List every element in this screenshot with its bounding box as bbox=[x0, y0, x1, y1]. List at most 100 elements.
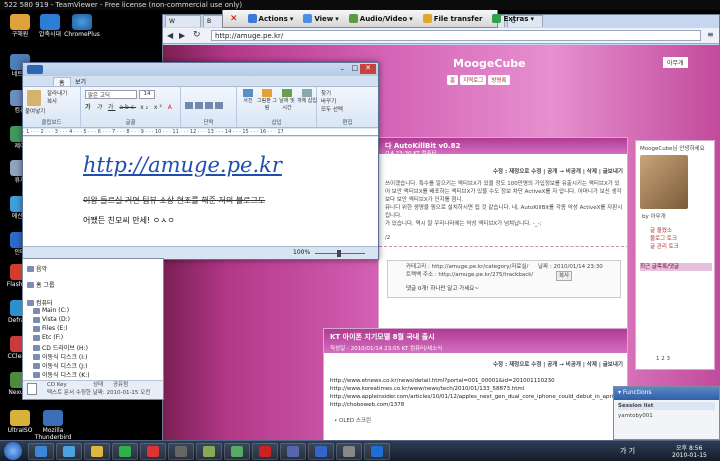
post-title[interactable]: KT 아이폰 지기모델 8월 국내 출시 작성일 - 2010/01/14 23… bbox=[324, 329, 627, 353]
taskbar-item-folder[interactable] bbox=[84, 443, 110, 460]
document-link[interactable]: http://amuge.pe.kr bbox=[83, 153, 282, 177]
post-link[interactable]: http://www.appleinsider.com/articles/10/… bbox=[330, 393, 625, 401]
font-name-select[interactable]: 맑은 고딕 bbox=[85, 90, 137, 99]
insert-object-button[interactable]: 개체 삽입 bbox=[297, 89, 317, 104]
taskbar-item-app[interactable] bbox=[336, 443, 362, 460]
insert-paint-button[interactable]: 그림판 그림 bbox=[257, 89, 277, 111]
tab-view[interactable]: 보기 bbox=[75, 77, 86, 86]
justify-icon[interactable] bbox=[215, 102, 223, 109]
taskbar-item-teamviewer[interactable] bbox=[364, 443, 390, 460]
blog-title[interactable]: MoogeCube bbox=[453, 57, 526, 70]
close-icon[interactable]: ✕ bbox=[360, 64, 376, 74]
post-link[interactable]: http://choboweb.com/1378 bbox=[330, 401, 625, 409]
clock-time[interactable]: 오후 8:56 bbox=[676, 443, 702, 452]
sidebar: MoogeCube님 안녕하세요 by 아무개 글 올렸소 블로그 토크 글 관… bbox=[635, 140, 715, 370]
input-language[interactable]: 가 기 bbox=[620, 446, 635, 456]
taskbar-item-app[interactable] bbox=[280, 443, 306, 460]
picture-icon bbox=[243, 89, 253, 97]
post-link[interactable]: http://www.etnews.co.kr/news/detail.html… bbox=[330, 377, 625, 385]
list-item: • OLED 스크린 bbox=[334, 418, 372, 424]
zoom-slider-thumb[interactable] bbox=[337, 250, 341, 257]
taskbar-item-app[interactable] bbox=[224, 443, 250, 460]
trackback-date: 날짜 : 2010/01/14 23:30 bbox=[538, 264, 603, 270]
post-actions[interactable]: 수정 : 재정으로 수정 | 공개 → 비공개 | 삭제 | 글보내기 bbox=[493, 361, 623, 369]
comment-link[interactable]: 댓글 0개! 하나만 달고 가세요~ bbox=[406, 285, 479, 293]
forward-icon[interactable]: ▶ bbox=[179, 31, 185, 40]
sidebar-link[interactable]: 글 관리 토크 bbox=[650, 243, 679, 251]
document-area[interactable]: http://amuge.pe.kr 이왕 들르실 거면 팀뷰 소상 현조를 해… bbox=[23, 137, 378, 246]
edit-group: 찾기 바꾸기 모두 선택 편집 bbox=[317, 87, 378, 127]
sidebar-link[interactable]: 블로그 토크 bbox=[650, 235, 677, 243]
paste-icon[interactable] bbox=[27, 90, 41, 106]
tree-item-drive[interactable]: Main (C:) bbox=[33, 307, 69, 314]
cut-button[interactable]: 잘라내기 bbox=[47, 89, 67, 97]
reload-icon[interactable]: ↻ bbox=[193, 30, 201, 40]
taskbar-item-browser[interactable] bbox=[56, 443, 82, 460]
tree-item-drive[interactable]: 이동식 디스크 (K:) bbox=[33, 370, 90, 379]
ruler[interactable]: · 1 · · · 2 · · · 3 · · · 4 · · · 5 · · … bbox=[23, 129, 378, 136]
taskbar-item-app[interactable] bbox=[112, 443, 138, 460]
tree-item-drive[interactable]: Etc (F:) bbox=[33, 334, 63, 341]
tree-item-drive[interactable]: CD 드라이브 (H:) bbox=[33, 343, 88, 352]
audio-video-menu[interactable]: Audio/Video ▾ bbox=[345, 13, 417, 24]
tree-item-homegroup[interactable]: 홈 그룹 bbox=[27, 280, 54, 289]
post-actions[interactable]: 수정 : 재정으로 수정 | 공개 → 비공개 | 삭제 | 글보내기 bbox=[493, 168, 623, 176]
align-center-icon[interactable] bbox=[195, 102, 203, 109]
copy-button[interactable]: 복사 bbox=[556, 271, 573, 281]
calendar-icon bbox=[282, 89, 292, 97]
wordpad-menu-icon[interactable] bbox=[27, 65, 43, 74]
url-input[interactable]: http://amuge.pe.kr/ bbox=[211, 30, 701, 41]
tree-item-drive[interactable]: Vista (D:) bbox=[33, 316, 70, 323]
taskbar-item-app[interactable] bbox=[168, 443, 194, 460]
post-body-3: 가 있습니다. 역시 잘 우리나라에는 악성 액티브X가 넘쳐납니다. -_-; bbox=[385, 221, 542, 227]
view-menu[interactable]: View ▾ bbox=[299, 13, 342, 24]
desktop-icon-thunderbird[interactable]: Mozilla Thunderbird bbox=[30, 410, 76, 441]
taskbar-item-filezilla[interactable] bbox=[252, 443, 278, 460]
nav-guestbook[interactable]: 방명록 bbox=[488, 75, 510, 85]
replace-button[interactable]: 바꾸기 bbox=[321, 97, 336, 105]
post-link[interactable]: http://www.koreatimes.co.kr/www/news/tec… bbox=[330, 385, 625, 393]
font-format-buttons[interactable]: 가 가 가 abc x₂ x² A bbox=[85, 102, 174, 111]
insert-picture-button[interactable]: 사진 bbox=[239, 89, 257, 104]
panel-title[interactable]: Functions bbox=[623, 389, 652, 396]
tree-item-drive[interactable]: 이동식 디스크 (I:) bbox=[33, 352, 87, 361]
start-button[interactable] bbox=[4, 442, 22, 460]
sidebar-pagination[interactable]: 1 2 3 bbox=[656, 355, 670, 363]
find-button[interactable]: 찾기 bbox=[321, 89, 331, 97]
copy-button[interactable]: 복사 bbox=[47, 97, 57, 105]
session-list-header[interactable]: Session list bbox=[618, 402, 715, 410]
tree-item-computer[interactable]: 컴퓨터 bbox=[27, 298, 53, 307]
tree-item-drive[interactable]: 이동식 디스크 (J:) bbox=[33, 361, 87, 370]
minimize-icon[interactable]: – bbox=[341, 65, 345, 73]
browser-tab[interactable]: W bbox=[165, 15, 201, 27]
extras-menu[interactable]: Extras ▾ bbox=[488, 13, 538, 24]
file-transfer-button[interactable]: File transfer bbox=[419, 13, 487, 24]
actions-menu[interactable]: Actions ▾ bbox=[244, 13, 298, 24]
clock-date[interactable]: 2010-01-15 bbox=[672, 452, 707, 459]
tree-item-drive[interactable]: Files (E:) bbox=[33, 325, 68, 332]
font-size-select[interactable]: 14 bbox=[139, 90, 155, 99]
taskbar-item-app[interactable] bbox=[196, 443, 222, 460]
paste-button[interactable]: 붙여넣기 bbox=[25, 107, 45, 115]
align-right-icon[interactable] bbox=[205, 102, 213, 109]
removable-drive-icon bbox=[33, 362, 40, 369]
session-user[interactable]: yamtoby001 bbox=[618, 412, 653, 420]
nav-home[interactable]: 홈 bbox=[447, 75, 459, 85]
insert-datetime-button[interactable]: 날짜 및 시간 bbox=[277, 89, 297, 111]
user-menu[interactable]: 아무개 bbox=[663, 57, 688, 68]
taskbar-item-app[interactable] bbox=[308, 443, 334, 460]
tree-item-music[interactable]: 음악 bbox=[27, 264, 47, 273]
taskbar-item-ie[interactable] bbox=[28, 443, 54, 460]
maximize-icon[interactable]: □ bbox=[351, 64, 358, 72]
nav-location[interactable]: 지역로그 bbox=[460, 75, 487, 85]
select-all-button[interactable]: 모두 선택 bbox=[321, 105, 343, 113]
close-session-icon[interactable]: ✕ bbox=[226, 13, 242, 25]
taskbar-item-app[interactable] bbox=[140, 443, 166, 460]
sidebar-name: by 아무개 bbox=[642, 214, 666, 220]
desktop-icon-chromeplus[interactable]: ChromePlus bbox=[62, 14, 102, 38]
menu-icon[interactable]: ≡ bbox=[707, 30, 714, 39]
trackback-category[interactable]: 카테고리 : http://amuge.pe.kr/category/자료실/ bbox=[406, 263, 528, 271]
align-left-icon[interactable] bbox=[185, 102, 193, 109]
sidebar-link[interactable]: 글 올렸소 bbox=[650, 227, 672, 235]
back-icon[interactable]: ◀ bbox=[167, 31, 173, 40]
